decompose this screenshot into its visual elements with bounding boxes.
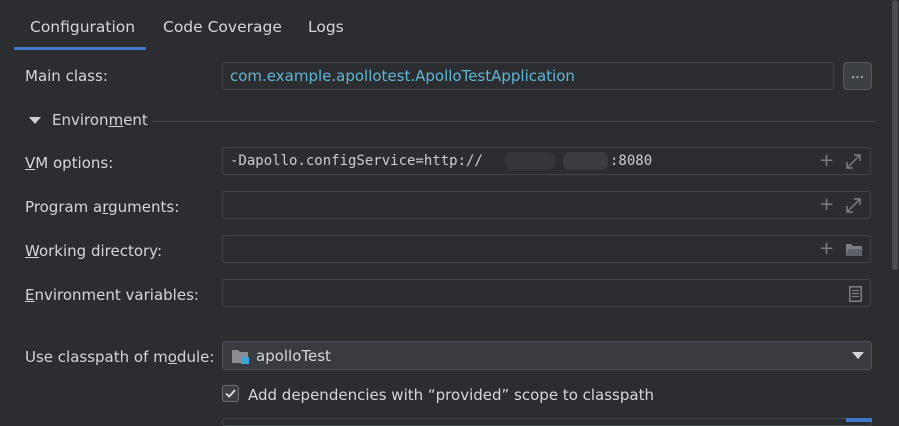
module-folder-icon [232, 350, 249, 364]
plus-icon[interactable]: + [819, 240, 834, 258]
tab-configuration[interactable]: Configuration [30, 18, 135, 36]
environment-variables-label: Environment variables: [25, 286, 199, 304]
vm-options-value-prefix: -Dapollo.configService=http:// [230, 153, 483, 169]
add-dependencies-label[interactable]: Add dependencies with “provided” scope t… [248, 386, 654, 404]
expand-icon[interactable] [846, 154, 861, 169]
main-class-label: Main class: [25, 67, 108, 85]
environment-label: Environment [52, 111, 148, 129]
plus-icon[interactable]: + [819, 196, 834, 214]
dropdown-arrow-icon [852, 352, 864, 359]
classpath-module-value: apolloTest [256, 347, 331, 365]
document-icon[interactable] [849, 286, 862, 302]
vm-options-label: VM options: [25, 154, 114, 172]
vm-options-value-suffix: :8080 [610, 153, 653, 169]
redacted-region [505, 152, 555, 170]
environment-section-toggle[interactable]: Environment [28, 111, 158, 131]
folder-icon[interactable] [845, 242, 863, 257]
working-directory-label: Working directory: [25, 242, 163, 260]
check-icon [225, 389, 236, 398]
active-tab-indicator [14, 47, 146, 50]
scrollbar-thumb[interactable] [892, 0, 898, 270]
redacted-region [563, 152, 608, 170]
add-dependencies-checkbox[interactable] [222, 385, 239, 402]
next-row-field-partial [222, 418, 872, 426]
working-directory-field[interactable]: + [222, 235, 871, 263]
section-divider [152, 121, 876, 122]
program-arguments-label: Program arguments: [25, 198, 180, 216]
main-class-value: com.example.apollotest.ApolloTestApplica… [230, 67, 575, 85]
expand-icon[interactable] [846, 198, 861, 213]
next-row-button-partial [846, 418, 872, 422]
tab-code-coverage[interactable]: Code Coverage [163, 18, 282, 36]
plus-icon[interactable]: + [819, 152, 834, 170]
classpath-module-label: Use classpath of module: [25, 348, 215, 366]
tab-logs[interactable]: Logs [308, 18, 344, 36]
classpath-module-select[interactable]: apolloTest [222, 341, 872, 370]
tab-bar: Configuration Code Coverage Logs [0, 0, 880, 52]
environment-variables-field[interactable] [222, 279, 871, 307]
scrollbar[interactable] [890, 0, 899, 422]
program-arguments-field[interactable]: + [222, 191, 871, 219]
browse-main-class-button[interactable]: ... [843, 62, 872, 90]
main-class-field[interactable]: com.example.apollotest.ApolloTestApplica… [222, 62, 834, 90]
expand-triangle-icon [29, 117, 41, 124]
